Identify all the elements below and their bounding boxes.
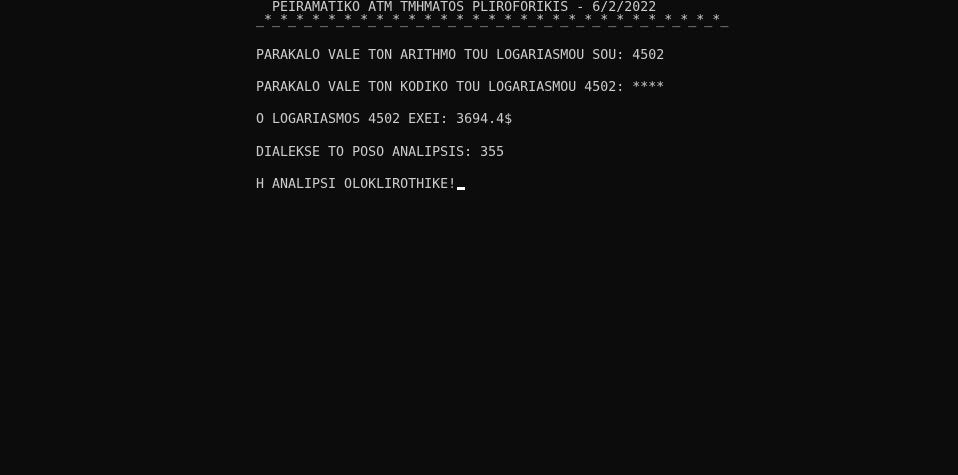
text-cursor [457, 187, 466, 190]
console-line-result: H ANALIPSI OLOKLIROTHIKE! [256, 177, 466, 193]
console-line-balance: O LOGARIASMOS 4502 EXEI: 3694.4$ [256, 112, 513, 127]
console-window[interactable]: PEIRAMATIKO ATM TMHMATOS PLIROFORIKIS - … [0, 0, 958, 475]
console-result-text: H ANALIPSI OLOKLIROTHIKE! [256, 177, 457, 192]
console-line-pin-prompt: PARAKALO VALE TON KODIKO TOU LOGARIASMOU… [256, 80, 665, 95]
console-line-account-number: PARAKALO VALE TON ARITHMO TOU LOGARIASMO… [256, 48, 665, 63]
console-line-withdraw-amount: DIALEKSE TO POSO ANALIPSIS: 355 [256, 145, 505, 160]
console-separator: _*_*_*_*_*_*_*_*_*_*_*_*_*_*_*_*_*_*_*_*… [256, 13, 729, 28]
